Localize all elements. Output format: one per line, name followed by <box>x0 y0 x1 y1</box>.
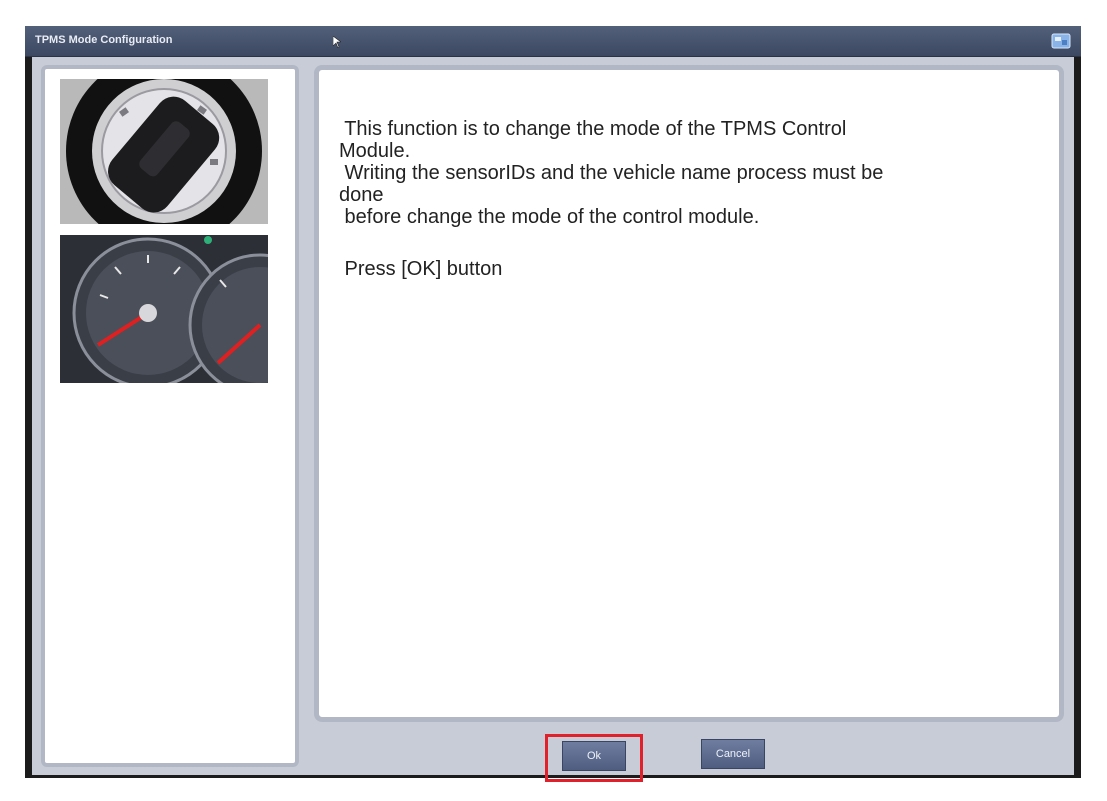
message-line: done <box>339 184 384 206</box>
message-text-block: This function is to change the mode of t… <box>339 118 1039 280</box>
message-line: before change the mode of the control mo… <box>339 206 760 228</box>
message-line: Writing the sensorIDs and the vehicle na… <box>339 162 884 184</box>
instruction-text: Press [OK] button <box>339 258 503 280</box>
ignition-switch-image <box>60 79 268 224</box>
instrument-cluster-image <box>60 235 268 383</box>
message-panel: This function is to change the mode of t… <box>314 65 1064 722</box>
message-line: Module. <box>339 140 411 162</box>
ok-button[interactable]: Ok <box>562 741 626 771</box>
title-bar[interactable]: TPMS Mode Configuration <box>25 26 1081 57</box>
dialog-client-area: This function is to change the mode of t… <box>32 57 1074 782</box>
window-icon[interactable] <box>1051 32 1071 49</box>
tpms-dialog-window: TPMS Mode Configuration This function is… <box>25 26 1081 782</box>
cancel-button[interactable]: Cancel <box>701 739 765 769</box>
message-line: This function is to change the mode of t… <box>339 118 847 140</box>
image-panel <box>41 65 299 767</box>
window-title: TPMS Mode Configuration <box>35 34 173 46</box>
mouse-cursor-icon <box>333 36 341 48</box>
